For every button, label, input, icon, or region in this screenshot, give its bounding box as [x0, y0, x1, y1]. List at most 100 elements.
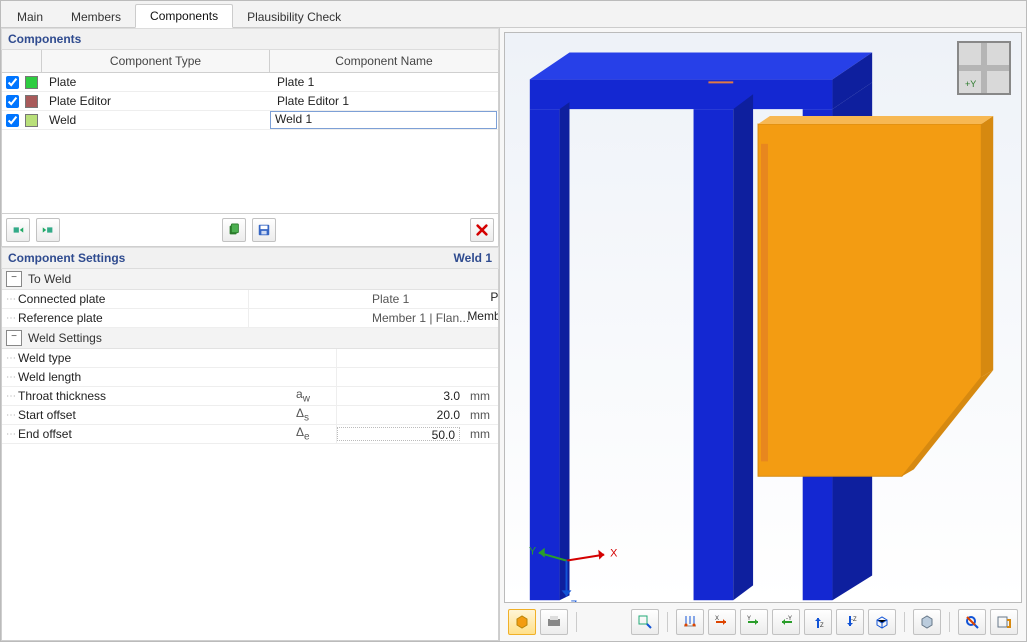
property-unit: mm [466, 427, 498, 441]
tab-members[interactable]: Members [57, 6, 135, 28]
components-table-header: Component Type Component Name [2, 50, 498, 73]
property-name: End offset [18, 427, 296, 441]
tab-components[interactable]: Components [135, 4, 233, 28]
collapse-toggle-icon[interactable]: − [6, 330, 22, 346]
svg-text:-Z: -Z [851, 617, 857, 623]
view-z-button[interactable]: Z [804, 609, 832, 635]
component-name-cell[interactable]: Plate Editor 1 [270, 94, 498, 108]
right-pane: X Y Z +Y X Y -Y [500, 28, 1026, 641]
show-loads-button[interactable] [676, 609, 704, 635]
view-y-button[interactable]: Y [740, 609, 768, 635]
property-value[interactable] [336, 349, 499, 367]
detach-window-button[interactable] [990, 609, 1018, 635]
property-unit: mm [466, 389, 498, 403]
color-swatch [25, 114, 38, 127]
property-row[interactable]: ⋯Throat thicknessaw3.0mm [2, 387, 498, 406]
row-visibility-checkbox[interactable] [2, 76, 22, 89]
view-neg-z-button[interactable]: -Z [836, 609, 864, 635]
viewport-toolbar: X Y -Y Z -Z [504, 607, 1022, 637]
components-table: Component Type Component Name PlatePlate… [1, 50, 499, 214]
property-category[interactable]: −Weld Settings [2, 328, 498, 349]
property-row[interactable]: ⋯Weld lengthPartial [2, 368, 498, 387]
property-unit: mm [466, 408, 498, 422]
move-down-button[interactable] [36, 218, 60, 242]
property-value[interactable]: 20.0 [336, 406, 466, 424]
view-mode-shaded-button[interactable] [508, 609, 536, 635]
components-toolbar [1, 214, 499, 247]
property-name: Weld type [18, 351, 296, 365]
property-row[interactable]: ⋯Connected platePlatePlate 1 [2, 290, 498, 309]
category-label: Weld Settings [26, 329, 104, 347]
component-name-cell[interactable]: Plate 1 [270, 75, 498, 89]
property-row[interactable]: ⋯Start offsetΔs20.0mm [2, 406, 498, 425]
collapse-toggle-icon[interactable]: − [6, 271, 22, 287]
display-options-button[interactable] [913, 609, 941, 635]
col-type-header: Component Type [42, 50, 270, 72]
color-swatch [25, 95, 38, 108]
save-component-button[interactable] [252, 218, 276, 242]
svg-text:X: X [715, 616, 719, 622]
property-grid: −To Weld⋯Connected platePlatePlate 1⋯Ref… [1, 269, 499, 641]
top-tabbar: MainMembersComponentsPlausibility Check [1, 1, 1026, 28]
category-label: To Weld [26, 270, 73, 288]
table-row[interactable]: Plate EditorPlate Editor 1 [2, 92, 498, 111]
components-panel-title: Components [1, 28, 499, 50]
settings-title-label: Component Settings [8, 251, 125, 265]
svg-text:-Y: -Y [786, 616, 792, 622]
copy-component-button[interactable] [222, 218, 246, 242]
component-type-cell: Weld [42, 113, 270, 127]
property-name: Reference plate [18, 311, 248, 325]
property-category[interactable]: −To Weld [2, 269, 498, 290]
table-row[interactable]: WeldWeld 1 [2, 111, 498, 130]
print-view-button[interactable] [540, 609, 568, 635]
component-type-cell: Plate [42, 75, 270, 89]
table-row[interactable]: PlatePlate 1 [2, 73, 498, 92]
property-value[interactable]: 3.0 [336, 387, 466, 405]
property-unit: Plate 1 [368, 292, 498, 306]
property-value[interactable]: 50.0 [336, 425, 466, 443]
property-name: Connected plate [18, 292, 248, 306]
main-split: Components Component Type Component Name… [1, 28, 1026, 641]
plate-geometry [758, 116, 993, 476]
property-unit: Member 1 | Flan... [368, 311, 498, 325]
property-symbol: aw [296, 387, 336, 404]
property-row[interactable]: ⋯Weld type [2, 349, 498, 368]
weld-geometry [761, 144, 768, 462]
svg-text:Y: Y [747, 616, 751, 622]
model-scene: X Y Z [505, 33, 1021, 602]
view-cube[interactable]: +Y [957, 41, 1011, 95]
property-name: Weld length [18, 370, 296, 384]
property-row[interactable]: ⋯Reference plateMember plateMember 1 | F… [2, 309, 498, 328]
tab-plausibility-check[interactable]: Plausibility Check [233, 6, 355, 28]
property-row[interactable]: ⋯End offsetΔe50.0mm [2, 425, 498, 444]
tab-main[interactable]: Main [3, 6, 57, 28]
delete-component-button[interactable] [470, 218, 494, 242]
component-settings-header: Component Settings Weld 1 [1, 247, 499, 269]
zoom-extents-button[interactable] [631, 609, 659, 635]
row-visibility-checkbox[interactable] [2, 95, 22, 108]
component-type-cell: Plate Editor [42, 94, 270, 108]
svg-text:Y: Y [529, 546, 537, 558]
component-settings-panel: Component Settings Weld 1 −To Weld⋯Conne… [1, 247, 499, 641]
view-iso-button[interactable] [868, 609, 896, 635]
property-name: Start offset [18, 408, 296, 422]
component-name-cell[interactable]: Weld 1 [270, 111, 497, 129]
viewcube-y-label: +Y [965, 79, 976, 89]
property-symbol: Δe [296, 425, 336, 442]
color-swatch [25, 76, 38, 89]
svg-text:X: X [610, 548, 618, 560]
property-value[interactable]: Partial [336, 368, 499, 386]
viewport-3d[interactable]: X Y Z +Y [504, 32, 1022, 603]
view-x-button[interactable]: X [708, 609, 736, 635]
svg-text:Z: Z [820, 623, 824, 629]
settings-context-label: Weld 1 [454, 251, 492, 265]
svg-text:Z: Z [570, 599, 577, 602]
left-pane: Components Component Type Component Name… [1, 28, 500, 641]
row-visibility-checkbox[interactable] [2, 114, 22, 127]
col-name-header: Component Name [270, 50, 498, 72]
move-up-button[interactable] [6, 218, 30, 242]
view-neg-y-button[interactable]: -Y [772, 609, 800, 635]
property-symbol: Δs [296, 406, 336, 423]
col-checkbox-header [2, 50, 42, 72]
reset-view-button[interactable] [958, 609, 986, 635]
